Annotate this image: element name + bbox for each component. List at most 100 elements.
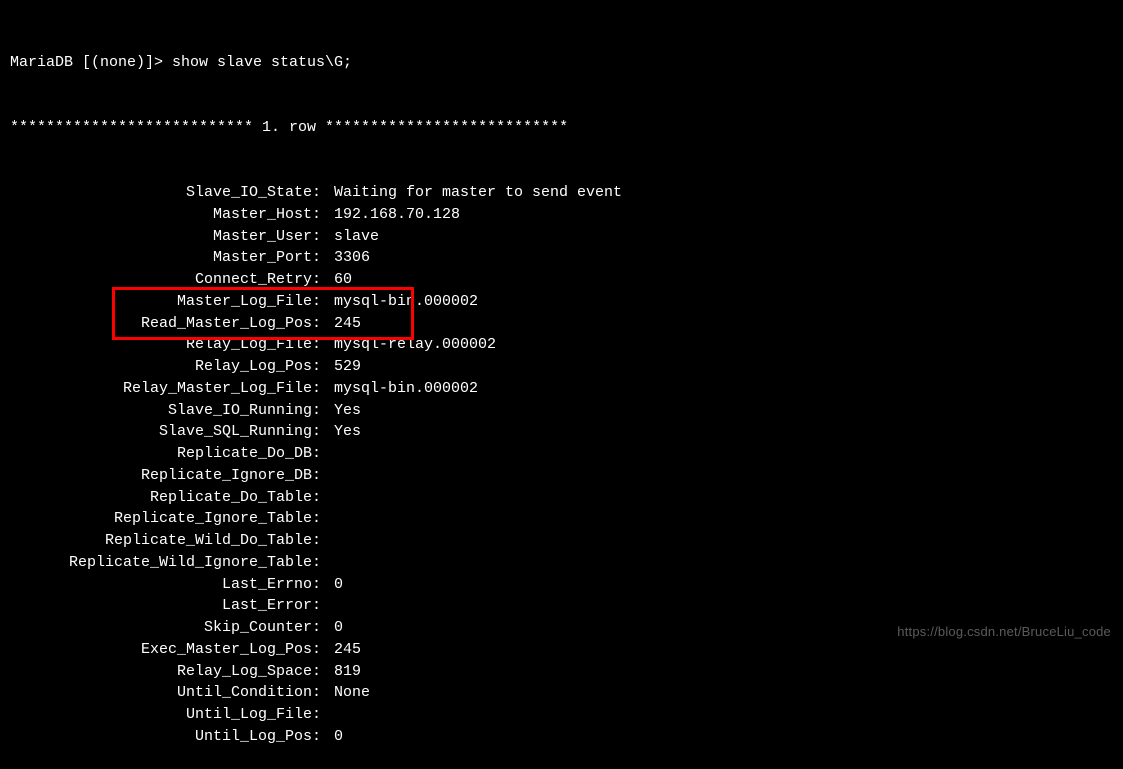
colon-separator: : <box>312 552 334 574</box>
status-value: slave <box>334 226 379 248</box>
terminal-output[interactable]: MariaDB [(none)]> show slave status\G; *… <box>10 8 1113 769</box>
command-prompt: MariaDB [(none)]> show slave status\G; <box>10 52 1113 74</box>
status-value: 819 <box>334 661 361 683</box>
status-line: Replicate_Ignore_DB: <box>10 465 1113 487</box>
status-label: Last_Error <box>10 595 312 617</box>
colon-separator: : <box>312 639 334 661</box>
status-lines-container: Slave_IO_State: Waiting for master to se… <box>10 182 1113 748</box>
status-label: Connect_Retry <box>10 269 312 291</box>
status-value: 0 <box>334 617 343 639</box>
status-label: Relay_Log_Space <box>10 661 312 683</box>
status-label: Slave_IO_Running <box>10 400 312 422</box>
status-line: Last_Error: <box>10 595 1113 617</box>
colon-separator: : <box>312 291 334 313</box>
status-line: Master_Log_File: mysql-bin.000002 <box>10 291 1113 313</box>
status-line: Replicate_Do_Table: <box>10 487 1113 509</box>
colon-separator: : <box>312 487 334 509</box>
status-line: Master_User: slave <box>10 226 1113 248</box>
colon-separator: : <box>312 661 334 683</box>
status-label: Replicate_Wild_Do_Table <box>10 530 312 552</box>
status-value: 0 <box>334 726 343 748</box>
colon-separator: : <box>312 530 334 552</box>
status-label: Until_Condition <box>10 682 312 704</box>
colon-separator: : <box>312 726 334 748</box>
colon-separator: : <box>312 508 334 530</box>
status-label: Replicate_Wild_Ignore_Table <box>10 552 312 574</box>
status-line: Last_Errno: 0 <box>10 574 1113 596</box>
status-label: Slave_IO_State <box>10 182 312 204</box>
colon-separator: : <box>312 682 334 704</box>
colon-separator: : <box>312 247 334 269</box>
status-label: Relay_Master_Log_File <box>10 378 312 400</box>
status-label: Until_Log_File <box>10 704 312 726</box>
status-value: mysql-bin.000002 <box>334 291 478 313</box>
status-value: Yes <box>334 421 361 443</box>
status-line: Connect_Retry: 60 <box>10 269 1113 291</box>
colon-separator: : <box>312 595 334 617</box>
status-line: Until_Log_Pos: 0 <box>10 726 1113 748</box>
colon-separator: : <box>312 356 334 378</box>
status-line: Relay_Master_Log_File: mysql-bin.000002 <box>10 378 1113 400</box>
status-label: Skip_Counter <box>10 617 312 639</box>
status-line: Master_Host: 192.168.70.128 <box>10 204 1113 226</box>
status-line: Relay_Log_Pos: 529 <box>10 356 1113 378</box>
status-value: 529 <box>334 356 361 378</box>
colon-separator: : <box>312 465 334 487</box>
status-line: Slave_IO_Running: Yes <box>10 400 1113 422</box>
status-label: Replicate_Do_DB <box>10 443 312 465</box>
status-value: 245 <box>334 639 361 661</box>
status-label: Slave_SQL_Running <box>10 421 312 443</box>
status-label: Replicate_Ignore_Table <box>10 508 312 530</box>
status-line: Until_Condition: None <box>10 682 1113 704</box>
colon-separator: : <box>312 443 334 465</box>
status-line: Replicate_Ignore_Table: <box>10 508 1113 530</box>
status-value: None <box>334 682 370 704</box>
status-label: Relay_Log_File <box>10 334 312 356</box>
colon-separator: : <box>312 400 334 422</box>
status-line: Slave_SQL_Running: Yes <box>10 421 1113 443</box>
status-line: Read_Master_Log_Pos: 245 <box>10 313 1113 335</box>
colon-separator: : <box>312 617 334 639</box>
status-value: 3306 <box>334 247 370 269</box>
status-line: Relay_Log_Space: 819 <box>10 661 1113 683</box>
status-label: Until_Log_Pos <box>10 726 312 748</box>
status-line: Until_Log_File: <box>10 704 1113 726</box>
colon-separator: : <box>312 226 334 248</box>
status-value: 60 <box>334 269 352 291</box>
watermark-text: https://blog.csdn.net/BruceLiu_code <box>897 623 1111 642</box>
status-value: 192.168.70.128 <box>334 204 460 226</box>
status-label: Read_Master_Log_Pos <box>10 313 312 335</box>
status-line: Replicate_Wild_Ignore_Table: <box>10 552 1113 574</box>
status-line: Replicate_Wild_Do_Table: <box>10 530 1113 552</box>
status-label: Master_User <box>10 226 312 248</box>
status-label: Master_Log_File <box>10 291 312 313</box>
colon-separator: : <box>312 182 334 204</box>
colon-separator: : <box>312 269 334 291</box>
status-value: mysql-relay.000002 <box>334 334 496 356</box>
status-label: Relay_Log_Pos <box>10 356 312 378</box>
row-separator: *************************** 1. row *****… <box>10 117 1113 139</box>
status-line: Slave_IO_State: Waiting for master to se… <box>10 182 1113 204</box>
status-value: Yes <box>334 400 361 422</box>
status-value: 245 <box>334 313 361 335</box>
colon-separator: : <box>312 378 334 400</box>
status-label: Master_Port <box>10 247 312 269</box>
colon-separator: : <box>312 204 334 226</box>
status-value: 0 <box>334 574 343 596</box>
colon-separator: : <box>312 334 334 356</box>
status-line: Exec_Master_Log_Pos: 245 <box>10 639 1113 661</box>
status-label: Master_Host <box>10 204 312 226</box>
colon-separator: : <box>312 574 334 596</box>
status-line: Relay_Log_File: mysql-relay.000002 <box>10 334 1113 356</box>
status-label: Last_Errno <box>10 574 312 596</box>
colon-separator: : <box>312 704 334 726</box>
status-label: Replicate_Do_Table <box>10 487 312 509</box>
status-line: Master_Port: 3306 <box>10 247 1113 269</box>
colon-separator: : <box>312 313 334 335</box>
status-label: Replicate_Ignore_DB <box>10 465 312 487</box>
colon-separator: : <box>312 421 334 443</box>
status-label: Exec_Master_Log_Pos <box>10 639 312 661</box>
status-value: mysql-bin.000002 <box>334 378 478 400</box>
status-line: Replicate_Do_DB: <box>10 443 1113 465</box>
status-value: Waiting for master to send event <box>334 182 622 204</box>
